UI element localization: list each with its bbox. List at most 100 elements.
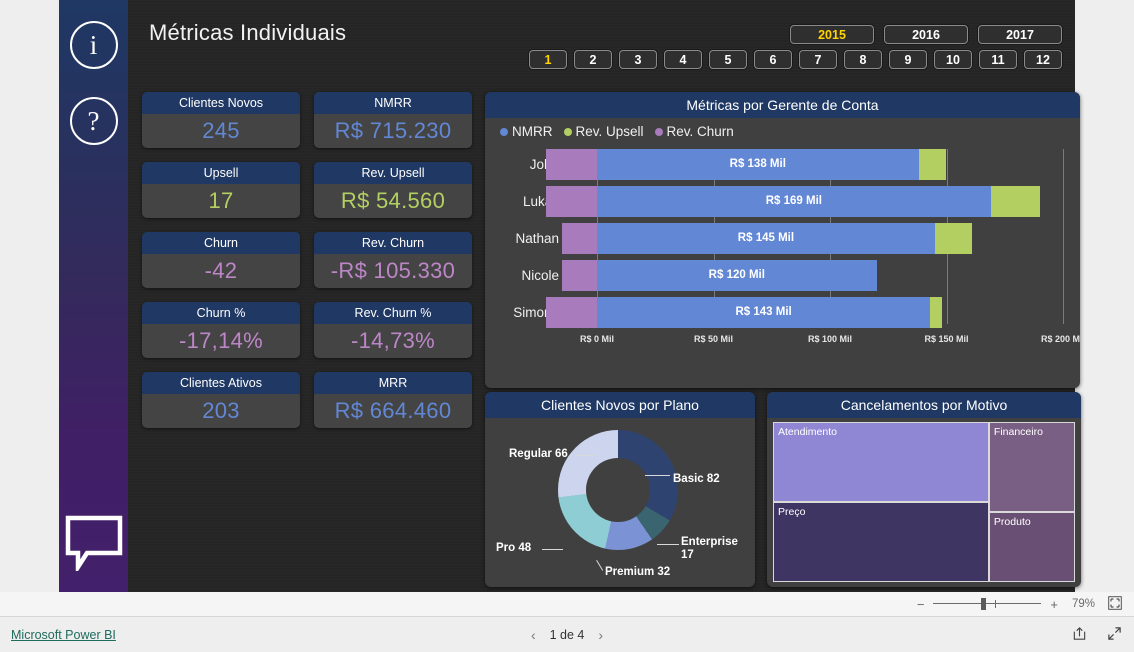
treemap-cell-label: Preço: [778, 506, 806, 518]
zoom-slider[interactable]: [933, 598, 1042, 610]
share-icon[interactable]: [1072, 626, 1087, 644]
bar-segment-rev-upsell[interactable]: [930, 297, 942, 328]
fit-to-screen-icon-glyph: [1108, 595, 1122, 610]
x-axis-tick-label: R$ 200 Mil: [1040, 334, 1080, 344]
legend-item[interactable]: Rev. Upsell: [563, 124, 644, 139]
donut-hole: [586, 458, 650, 522]
bar-chart-legend[interactable]: NMRR Rev. Upsell Rev. Churn: [485, 118, 1080, 139]
year-button-2016[interactable]: 2016: [884, 25, 968, 44]
chat-bubble-icon[interactable]: [65, 515, 123, 576]
legend-swatch-icon: [500, 127, 508, 136]
bar-segment-nmrr[interactable]: R$ 143 Mil: [597, 297, 931, 328]
treemap-cell[interactable]: Produto: [988, 511, 1075, 582]
donut-leader-line: [645, 475, 670, 476]
month-button-3[interactable]: 3: [619, 50, 657, 69]
bar-data-label: R$ 169 Mil: [765, 195, 822, 207]
donut-leader-line: [542, 549, 563, 550]
kpi-value: -R$ 105.330: [330, 257, 456, 283]
year-slicer[interactable]: 2015 2016 2017: [790, 25, 1062, 44]
bar-segment-nmrr[interactable]: R$ 120 Mil: [597, 260, 877, 291]
zoom-slider-thumb[interactable]: [981, 598, 987, 610]
month-button-4[interactable]: 4: [664, 50, 702, 69]
next-page-button[interactable]: ›: [598, 627, 603, 643]
month-slicer[interactable]: 1 2 3 4 5 6 7 8 9 10 11 12: [529, 50, 1062, 69]
bar-segment-rev-upsell[interactable]: [990, 186, 1040, 217]
bar-segment-rev-churn[interactable]: [562, 260, 597, 291]
kpi-card[interactable]: Churn -42: [142, 232, 300, 288]
treemap-cell[interactable]: Atendimento: [773, 422, 989, 502]
month-button-7[interactable]: 7: [799, 50, 837, 69]
year-button-2015[interactable]: 2015: [790, 25, 874, 44]
kpi-value: 245: [202, 117, 240, 143]
question-mark-icon[interactable]: ?: [69, 97, 118, 145]
x-axis-tick-label: R$ 150 Mil: [924, 334, 969, 344]
kpi-card[interactable]: Upsell 17: [142, 162, 300, 218]
month-button-6[interactable]: 6: [754, 50, 792, 69]
bar-data-label: R$ 138 Mil: [729, 158, 786, 170]
bar-segment-rev-churn[interactable]: [545, 186, 597, 217]
month-button-11[interactable]: 11: [979, 50, 1017, 69]
year-button-2017[interactable]: 2017: [978, 25, 1062, 44]
bar-data-label: R$ 120 Mil: [708, 269, 765, 281]
bar-row[interactable]: Simone R$ 143 Mil: [485, 297, 1080, 328]
month-button-9[interactable]: 9: [889, 50, 927, 69]
kpi-card[interactable]: Rev. Churn % -14,73%: [314, 302, 472, 358]
bar-row[interactable]: Nicole R$ 120 Mil: [485, 260, 1080, 291]
bar-segment-nmrr[interactable]: R$ 169 Mil: [597, 186, 991, 217]
bar-segment-rev-churn[interactable]: [545, 149, 597, 180]
bar-segment-rev-upsell[interactable]: [918, 149, 947, 180]
chat-bubble-icon-glyph: [65, 515, 122, 575]
month-button-8[interactable]: 8: [844, 50, 882, 69]
kpi-card[interactable]: Churn % -17,14%: [142, 302, 300, 358]
donut-chart-plot: Basic 82 Enterprise 17 Premium 32 Pro 48 Reg…: [485, 418, 755, 582]
kpi-value: 17: [208, 187, 234, 213]
previous-page-button[interactable]: ‹: [531, 627, 536, 643]
bar-segment-nmrr[interactable]: R$ 138 Mil: [597, 149, 919, 180]
zoom-level-label: 79%: [1071, 598, 1095, 610]
kpi-card[interactable]: NMRR R$ 715.230: [314, 92, 472, 148]
kpi-label: Clientes Ativos: [142, 372, 300, 394]
legend-item[interactable]: Rev. Churn: [654, 124, 734, 139]
bar-segment-nmrr[interactable]: R$ 145 Mil: [597, 223, 935, 254]
fullscreen-icon[interactable]: [1107, 626, 1122, 644]
powerbi-brand-link[interactable]: Microsoft Power BI: [11, 628, 116, 642]
kpi-card[interactable]: Clientes Novos 245: [142, 92, 300, 148]
kpi-card-grid: Clientes Novos 245 NMRR R$ 715.230 Upsell 17 R…: [142, 92, 472, 428]
donut-slice-label: Premium 32: [605, 566, 671, 578]
month-button-5[interactable]: 5: [709, 50, 747, 69]
zoom-in-button[interactable]: +: [1050, 598, 1058, 611]
donut-slice-label: Pro 48: [496, 542, 532, 554]
bar-row[interactable]: Lukas R$ 169 Mil: [485, 186, 1080, 217]
kpi-card[interactable]: Rev. Churn -R$ 105.330: [314, 232, 472, 288]
fit-to-screen-icon[interactable]: [1108, 595, 1122, 613]
month-button-12[interactable]: 12: [1024, 50, 1062, 69]
bar-data-label: R$ 145 Mil: [737, 232, 795, 244]
bar-segment-rev-churn[interactable]: [545, 297, 597, 328]
month-button-1[interactable]: 1: [529, 50, 567, 69]
info-icon[interactable]: i: [69, 21, 118, 69]
month-button-10[interactable]: 10: [934, 50, 972, 69]
kpi-card[interactable]: Rev. Upsell R$ 54.560: [314, 162, 472, 218]
x-axis-tick-label: R$ 0 Mil: [579, 334, 615, 344]
kpi-card[interactable]: MRR R$ 664.460: [314, 372, 472, 428]
donut-chart-visual[interactable]: Clientes Novos por Plano Basic 82 Enterpr…: [485, 392, 755, 587]
kpi-label: Rev. Churn %: [314, 302, 472, 324]
treemap-cell[interactable]: Financeiro: [988, 422, 1075, 512]
page-title: Métricas Individuais: [149, 20, 347, 45]
treemap-visual[interactable]: Cancelamentos por Motivo Atendimento Preç…: [767, 392, 1081, 587]
donut-ring[interactable]: [558, 430, 678, 550]
report-nav-strip: i ?: [59, 0, 128, 592]
legend-item[interactable]: NMRR: [500, 124, 553, 139]
zoom-out-button[interactable]: −: [917, 598, 925, 611]
bar-row[interactable]: John R$ 138 Mil: [485, 149, 1080, 180]
donut-chart-title: Clientes Novos por Plano: [485, 392, 755, 418]
bar-row[interactable]: Nathan R$ 145 Mil: [485, 223, 1080, 254]
month-button-2[interactable]: 2: [574, 50, 612, 69]
bar-chart-plot: R$ 0 Mil R$ 50 Mil R$ 100 Mil R$ 150 Mil R$ …: [485, 145, 1080, 350]
bar-segment-rev-churn[interactable]: [562, 223, 597, 254]
treemap-title: Cancelamentos por Motivo: [767, 392, 1081, 418]
kpi-card[interactable]: Clientes Ativos 203: [142, 372, 300, 428]
treemap-cell[interactable]: Preço: [773, 502, 989, 582]
bar-chart-visual[interactable]: Métricas por Gerente de Conta NMRR Rev. U…: [485, 92, 1080, 388]
bar-segment-rev-upsell[interactable]: [934, 223, 973, 254]
